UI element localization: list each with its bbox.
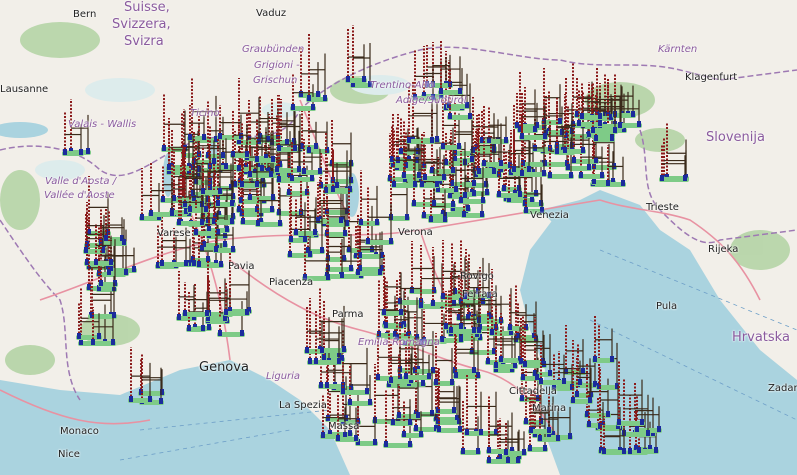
region-label: Grigioni -: [254, 60, 300, 71]
region-label: Graubünden: [242, 44, 305, 55]
goalpost-marker[interactable]: [406, 85, 435, 144]
goalpost-marker[interactable]: [481, 106, 504, 167]
city-label: Nice: [58, 449, 80, 460]
city-label: Genova: [199, 360, 249, 375]
region-label: Kärnten: [658, 44, 698, 55]
goalpost-marker[interactable]: [464, 374, 484, 436]
city-label: Rijeka: [708, 244, 739, 255]
region-label: Grischun: [253, 75, 298, 86]
goalpost-marker[interactable]: [401, 401, 424, 438]
city-label: Cittadella: [509, 386, 557, 397]
city-label: Trieste: [646, 202, 679, 213]
country-label: Slovenija: [706, 130, 765, 145]
goalpost-marker[interactable]: [345, 29, 367, 83]
city-label: Piacenza: [269, 277, 314, 288]
city-label: Ferrara: [462, 289, 498, 300]
city-label: La Spezia: [279, 400, 327, 411]
city-label: Parma: [332, 309, 364, 320]
city-label: Zadar: [768, 383, 797, 394]
region-label: Emilia-Romagna: [358, 337, 440, 348]
city-label: Varese: [157, 228, 191, 239]
goalpost-marker[interactable]: [543, 95, 565, 136]
city-label: Pula: [656, 301, 678, 312]
city-label: Bern: [73, 9, 97, 20]
city-label: Pavia: [228, 261, 255, 272]
region-label: Adige/Südtirol: [396, 95, 467, 106]
city-label: Marina: [532, 403, 567, 414]
country-label: Svizra: [124, 34, 164, 49]
map-view[interactable]: Bern Vaduz Lausanne Klagenfurt Trieste R…: [0, 0, 797, 475]
goalpost-marker[interactable]: [503, 422, 527, 456]
goalpost-marker[interactable]: [299, 111, 319, 150]
country-label: Hrvatska: [732, 330, 790, 345]
country-label: Svizzera,: [112, 17, 171, 32]
lake-geneva: [0, 122, 48, 138]
city-label: Lausanne: [0, 84, 49, 95]
city-label: Massa: [328, 421, 360, 432]
goalpost-marker[interactable]: [523, 173, 545, 214]
city-label: Verona: [398, 227, 433, 238]
city-label: Klagenfurt: [685, 72, 738, 83]
region-label: Valais - Wallis: [68, 119, 137, 130]
region-label: Valle d'Aosta /: [45, 176, 117, 187]
country-label: Suisse,: [124, 0, 170, 15]
goalpost-marker[interactable]: [103, 208, 125, 242]
region-label: Vallée d'Aoste: [44, 190, 115, 201]
city-label: Monaco: [60, 426, 99, 437]
region-label: Trentino-Alto: [370, 80, 435, 91]
goalpost-marker[interactable]: [390, 389, 413, 426]
region-label: Ticino: [190, 108, 220, 119]
region-label: Liguria: [266, 371, 301, 382]
goalpost-marker[interactable]: [517, 72, 538, 133]
city-label: Vaduz: [256, 8, 287, 19]
city-label: Venezia: [530, 210, 569, 221]
goalpost-marker[interactable]: [324, 196, 348, 237]
city-label: Rovigo: [460, 271, 494, 282]
goalpost-marker[interactable]: [460, 401, 481, 455]
